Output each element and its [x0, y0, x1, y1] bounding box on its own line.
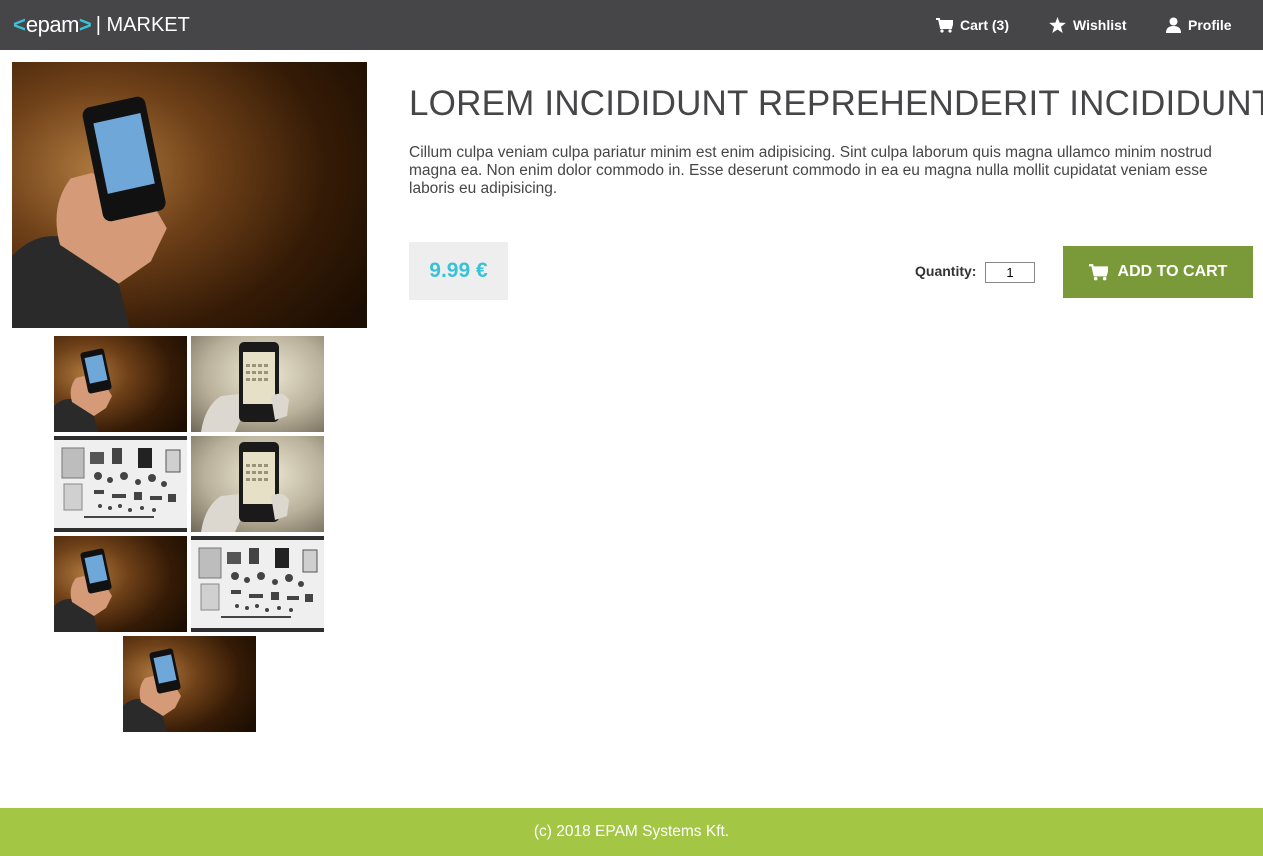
thumbnail-2[interactable]: [191, 336, 324, 432]
nav-profile-label: Profile: [1188, 17, 1232, 33]
main-product-image: [12, 62, 367, 328]
nav-cart-link[interactable]: Cart (3): [936, 0, 1009, 50]
brand-logo[interactable]: < epam > | MARKET: [13, 12, 190, 38]
add-to-cart-button[interactable]: ADD TO CART: [1063, 246, 1253, 298]
product-title: LOREM INCIDIDUNT REPREHENDERIT INCIDIDUN…: [409, 84, 1263, 123]
logo-right-bracket: >: [78, 12, 92, 37]
nav-wishlist-link[interactable]: Wishlist: [1049, 0, 1127, 50]
thumbnail-1[interactable]: [54, 336, 187, 432]
thumbnail-4[interactable]: [191, 436, 324, 532]
site-title: | MARKET: [95, 14, 190, 36]
thumbnail-7[interactable]: [123, 636, 256, 732]
thumbnail-5[interactable]: [54, 536, 187, 632]
quantity-input[interactable]: [985, 262, 1035, 283]
product-description: Cillum culpa veniam culpa pariatur minim…: [409, 144, 1212, 197]
price-box: 9.99 €: [409, 242, 508, 300]
quantity-label: Quantity:: [915, 263, 977, 279]
nav-cart-label: Cart (3): [960, 17, 1010, 33]
thumbnail-6[interactable]: [191, 536, 324, 632]
logo-word: epam: [25, 12, 80, 37]
top-navbar: < epam > | MARKET Cart (3) Wishlist Prof…: [0, 0, 1263, 50]
footer-copyright: (c) 2018 EPAM Systems Kft.: [533, 823, 730, 840]
logo-left-bracket: <: [13, 12, 26, 37]
product-price: 9.99 €: [429, 259, 488, 282]
nav-wishlist-label: Wishlist: [1073, 17, 1127, 33]
cart-icon: [936, 17, 953, 33]
footer: (c) 2018 EPAM Systems Kft.: [0, 808, 1263, 856]
add-to-cart-label: ADD TO CART: [1117, 263, 1228, 280]
cart-icon: [1088, 263, 1108, 280]
thumbnail-3[interactable]: [54, 436, 187, 532]
user-icon: [1166, 17, 1181, 33]
star-icon: [1049, 17, 1066, 33]
nav-profile-link[interactable]: Profile: [1166, 0, 1232, 50]
